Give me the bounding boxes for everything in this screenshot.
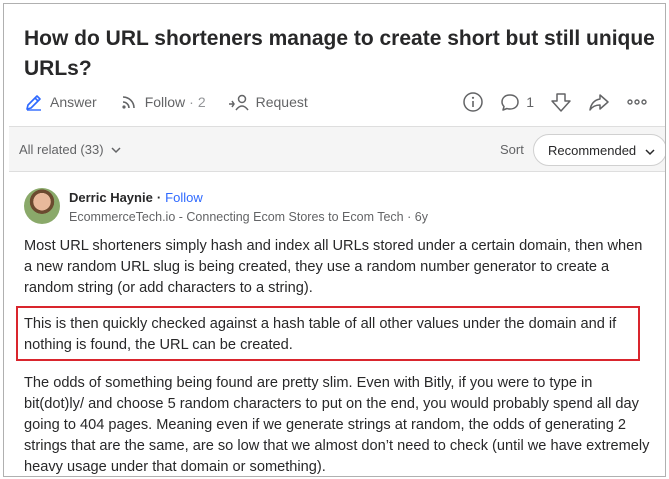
request-person-icon xyxy=(228,94,249,111)
share-button[interactable] xyxy=(588,91,610,113)
author-name-line: Derric Haynie · Follow xyxy=(69,190,203,205)
answer-button[interactable]: Answer xyxy=(24,92,97,112)
answer-label: Answer xyxy=(50,94,97,110)
comment-button[interactable]: 1 xyxy=(500,92,534,112)
follow-signal-icon xyxy=(122,96,135,109)
follow-author-link[interactable]: Follow xyxy=(165,190,203,205)
author-name[interactable]: Derric Haynie xyxy=(69,190,153,205)
chevron-down-icon xyxy=(111,146,121,153)
share-icon xyxy=(589,94,609,111)
request-button[interactable]: Request xyxy=(228,92,308,112)
request-label: Request xyxy=(255,94,308,110)
question-title: How do URL shorteners manage to create s… xyxy=(24,27,655,80)
question-action-bar: Answer Follow · 2 Request 1 xyxy=(24,88,664,116)
sort-value: Recommended xyxy=(548,142,637,158)
more-button[interactable] xyxy=(626,91,648,113)
downvote-button[interactable] xyxy=(550,91,572,113)
author-credential: EcommerceTech.io - Connecting Ecom Store… xyxy=(69,210,428,224)
comment-count: 1 xyxy=(526,94,534,110)
answer-paragraph-3: The odds of something being found are pr… xyxy=(24,375,650,475)
avatar[interactable] xyxy=(24,188,60,224)
downvote-icon xyxy=(551,93,571,112)
highlight-box xyxy=(16,306,640,361)
author-separator: · xyxy=(156,190,162,205)
answer-paragraph-1: Most URL shorteners simply hash and inde… xyxy=(24,238,643,296)
answer-author: Derric Haynie · Follow EcommerceTech.io - … xyxy=(24,186,644,226)
more-icon xyxy=(627,99,647,105)
follow-count: 2 xyxy=(197,94,206,110)
pen-icon xyxy=(26,95,41,111)
sort-select[interactable]: Recommended xyxy=(533,134,665,166)
follow-label: Follow xyxy=(144,94,186,110)
page-frame: How do URL shorteners manage to create s… xyxy=(3,3,666,477)
info-icon xyxy=(463,92,483,112)
question-secondary-actions: 1 xyxy=(446,88,648,116)
related-answers-bar: All related (33) Sort Recommended xyxy=(9,126,665,172)
follow-button[interactable]: Follow · 2 xyxy=(119,92,206,112)
sort-label: Sort xyxy=(500,142,524,157)
info-button[interactable] xyxy=(462,91,484,113)
chevron-down-icon xyxy=(645,149,655,156)
all-related-label: All related (33) xyxy=(19,142,104,157)
comment-icon xyxy=(501,94,519,111)
all-related-dropdown[interactable]: All related (33) xyxy=(19,142,122,157)
follow-separator: · xyxy=(189,94,194,110)
